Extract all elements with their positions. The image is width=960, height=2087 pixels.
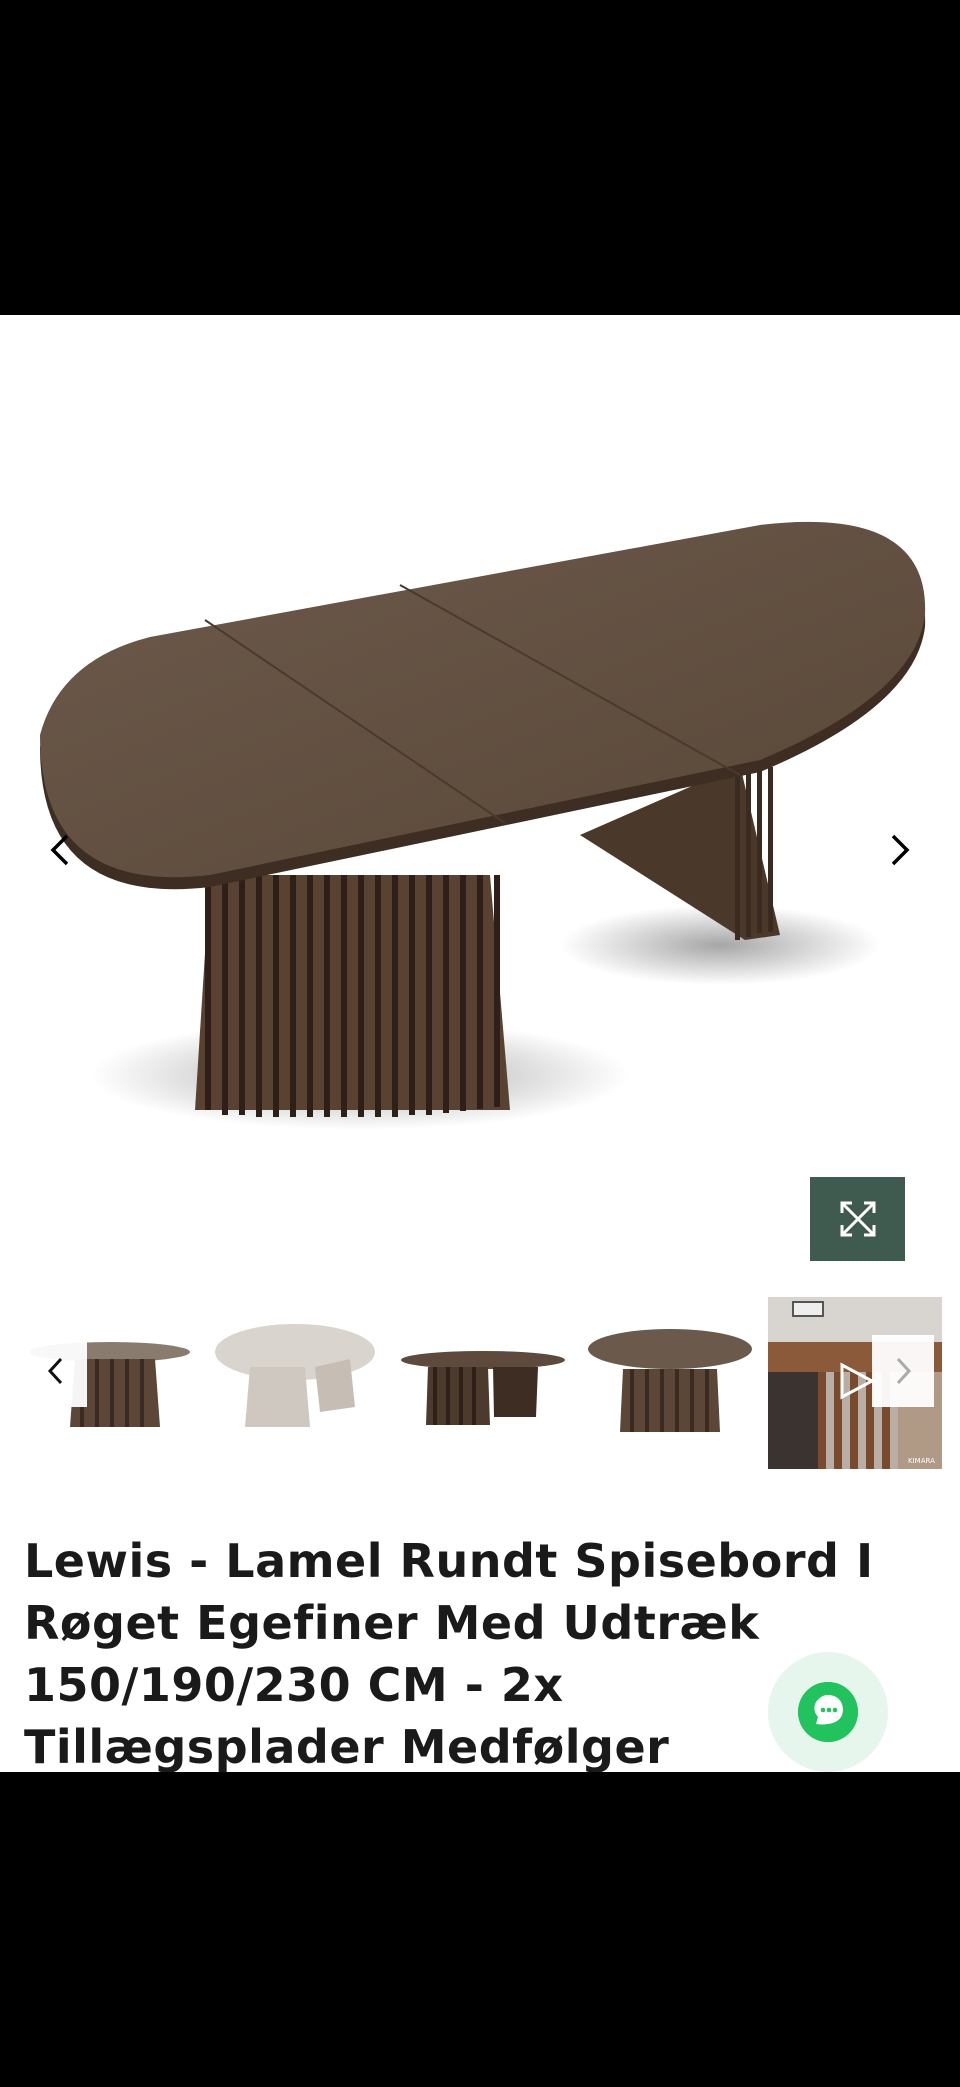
gallery-next-button[interactable] [870, 820, 930, 880]
expand-arrows-icon [840, 1201, 875, 1237]
product-main-image[interactable] [0, 315, 960, 1315]
chat-bubble-icon [798, 1682, 858, 1742]
expand-image-button[interactable] [810, 1177, 905, 1261]
thumbnail-brand-text: KIMARA [908, 1457, 935, 1465]
thumbnail-strip: KIMARA [0, 1297, 960, 1487]
thumbnail-4[interactable] [585, 1297, 755, 1469]
chevron-right-icon [896, 1357, 912, 1385]
navigation-bar-area [0, 1772, 960, 2087]
chat-button[interactable] [768, 1652, 888, 1772]
table-illustration [40, 521, 926, 1130]
status-bar-area [0, 0, 960, 315]
thumbnail-3[interactable] [398, 1297, 568, 1469]
chevron-left-icon [50, 834, 69, 866]
thumbnail-2[interactable] [210, 1297, 380, 1469]
thumbnails-prev-button[interactable] [25, 1335, 87, 1407]
gallery-prev-button[interactable] [30, 820, 90, 880]
chevron-right-icon [891, 834, 910, 866]
product-page: KIMARA Lewis - Lamel Rundt Spisebord I R… [0, 315, 960, 1772]
chevron-left-icon [47, 1357, 63, 1385]
thumbnails-next-button[interactable] [872, 1335, 934, 1407]
